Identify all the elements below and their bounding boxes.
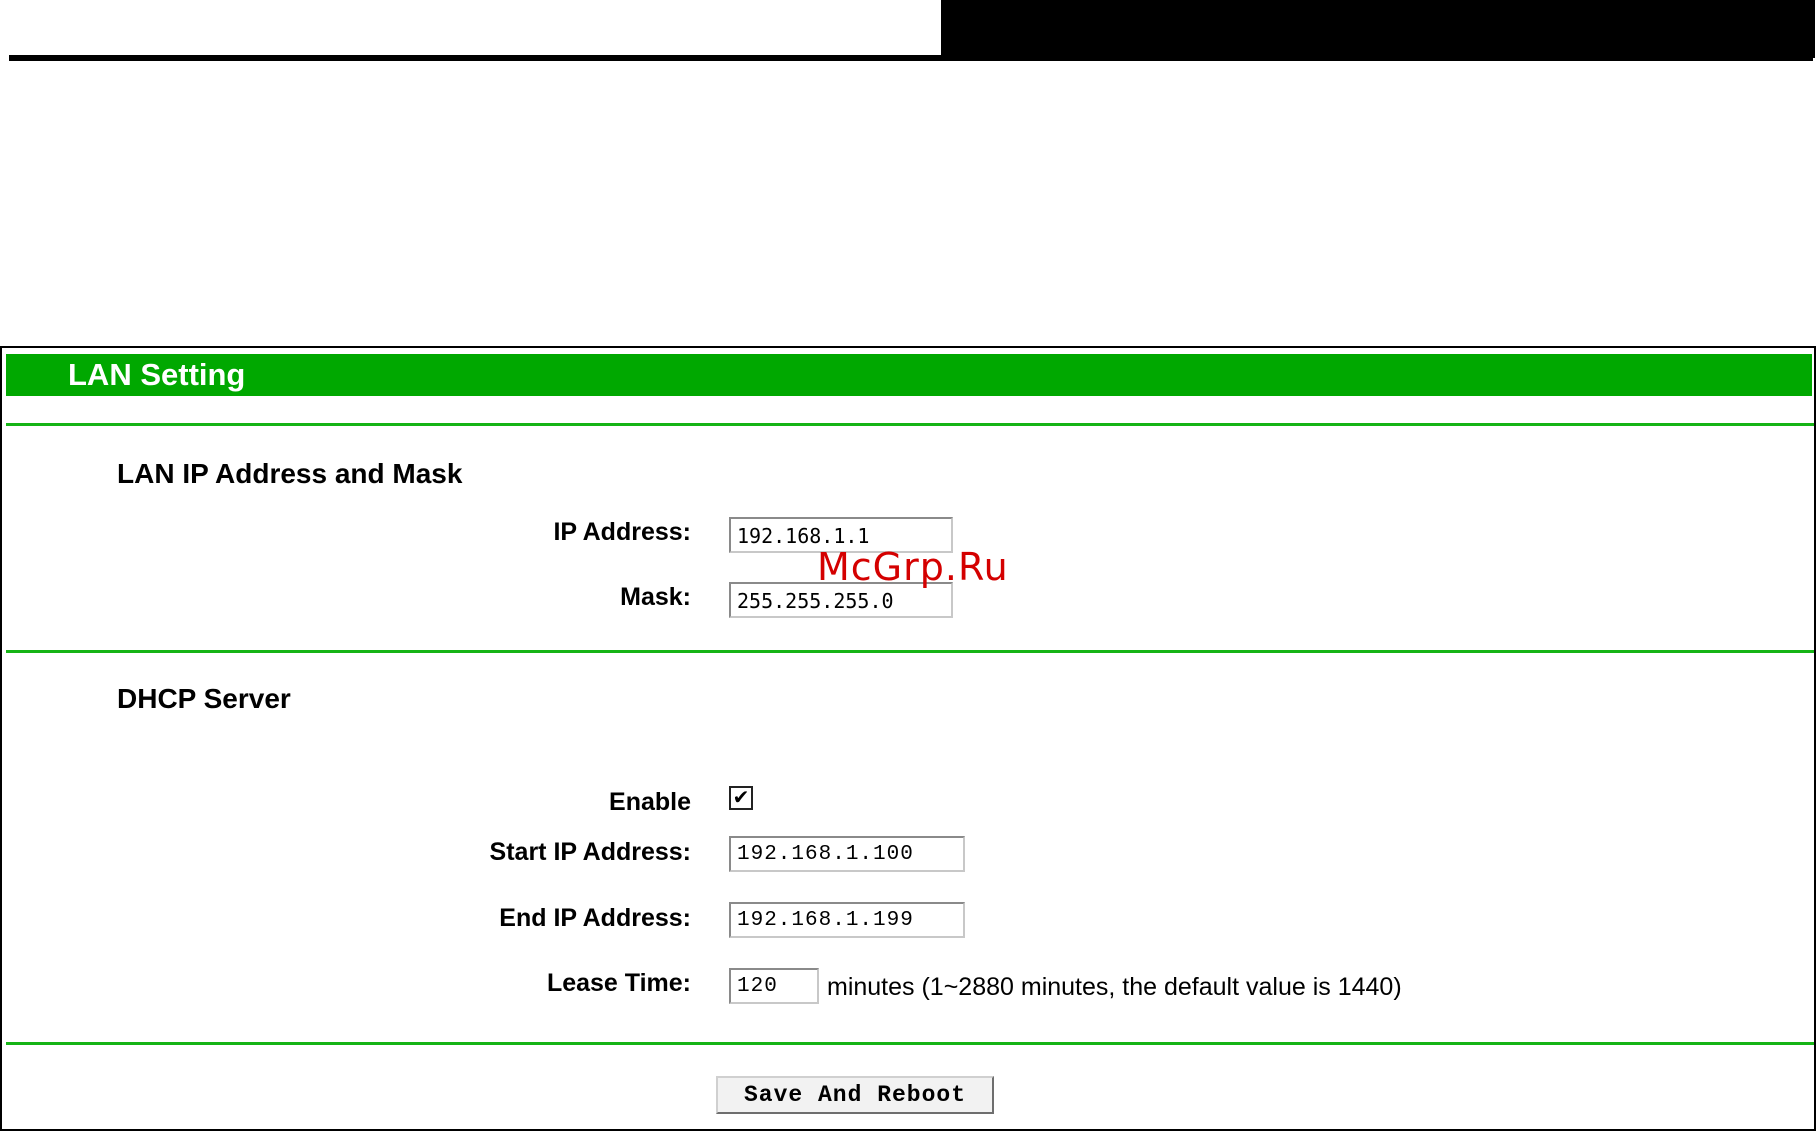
dhcp-section-heading: DHCP Server [117, 683, 291, 714]
start-ip-label: Start IP Address: [489, 838, 691, 866]
lan-setting-panel: LAN Setting LAN IP Address and Mask IP A… [0, 346, 1816, 1131]
panel-title: LAN Setting [68, 357, 246, 392]
enable-label: Enable [609, 788, 691, 816]
lease-time-hint: minutes (1~2880 minutes, the default val… [827, 973, 1402, 1001]
ip-address-label: IP Address: [553, 518, 691, 546]
dhcp-enable-checkbox[interactable]: ✔ [729, 786, 753, 810]
top-block-edge [1813, 0, 1815, 58]
lease-time-input[interactable]: 120 [729, 968, 819, 1004]
watermark: McGrp.Ru [817, 545, 1009, 589]
divider-bottom [6, 1042, 1814, 1045]
panel-header: LAN Setting [6, 354, 1812, 396]
divider-top [6, 423, 1814, 426]
lan-section-heading: LAN IP Address and Mask [117, 458, 463, 489]
start-ip-input[interactable]: 192.168.1.100 [729, 836, 965, 872]
end-ip-input[interactable]: 192.168.1.199 [729, 902, 965, 938]
lease-time-label: Lease Time: [546, 969, 691, 997]
top-black-block [941, 0, 1813, 61]
end-ip-label: End IP Address: [499, 904, 691, 932]
top-rule [9, 55, 941, 61]
mask-label: Mask: [620, 583, 691, 611]
divider-middle [6, 650, 1814, 653]
save-and-reboot-button[interactable]: Save And Reboot [716, 1076, 994, 1114]
checkmark-icon: ✔ [732, 785, 750, 809]
